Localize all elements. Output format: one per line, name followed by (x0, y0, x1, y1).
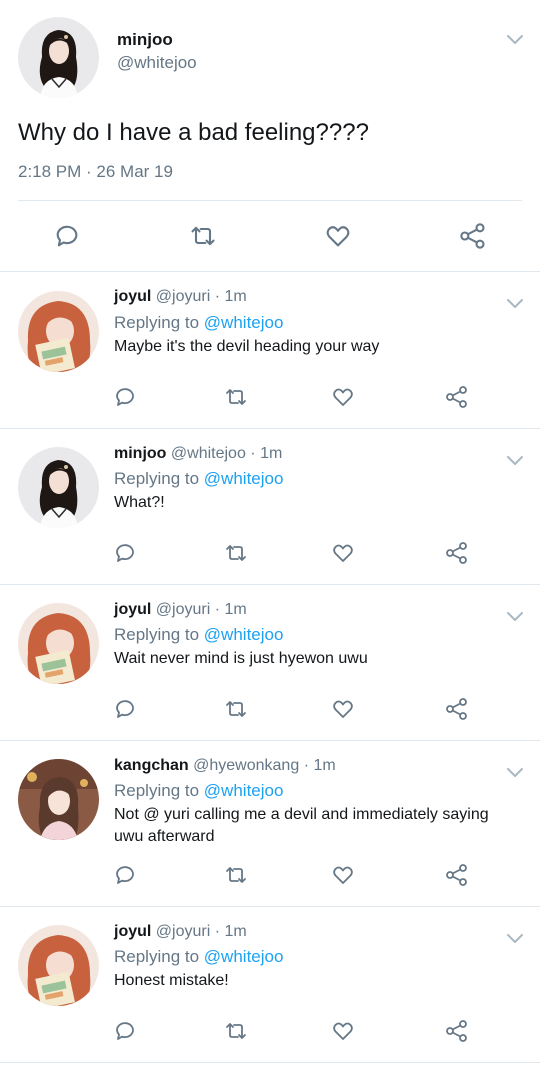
chevron-down-icon[interactable] (506, 932, 524, 944)
avatar-minjoo[interactable] (18, 17, 99, 98)
chevron-down-icon[interactable] (506, 766, 524, 778)
reply-header: joyul @joyuri · 1m (114, 288, 247, 306)
chevron-down-icon[interactable] (506, 33, 524, 45)
replying-to-label: Replying to (114, 469, 200, 488)
replying-to-mention[interactable]: @whitejoo (204, 313, 284, 332)
like-icon[interactable] (331, 1019, 355, 1043)
reply-text: What?! (114, 494, 165, 511)
retweet-icon[interactable] (224, 863, 248, 887)
reply-time: · 1m (214, 923, 247, 940)
reply-handle[interactable]: @hyewonkang (193, 757, 299, 774)
reply-icon[interactable] (113, 863, 137, 887)
reply-display-name[interactable]: joyul (114, 601, 151, 618)
reply-icon[interactable] (113, 1019, 137, 1043)
retweet-icon[interactable] (188, 222, 216, 250)
reply-handle[interactable]: @whitejoo (171, 445, 246, 462)
reply-icon[interactable] (113, 385, 137, 409)
tweet-text: Why do I have a bad feeling???? (18, 119, 369, 146)
share-icon[interactable] (445, 1019, 469, 1043)
like-icon[interactable] (331, 697, 355, 721)
reply-display-name[interactable]: joyul (114, 923, 151, 940)
reply-text: Honest mistake! (114, 972, 229, 989)
replying-to-label: Replying to (114, 313, 200, 332)
replying-to-mention[interactable]: @whitejoo (204, 625, 284, 644)
retweet-icon[interactable] (224, 1019, 248, 1043)
replying-to: Replying to @whitejoo (114, 313, 283, 333)
reply-tweet[interactable]: joyul @joyuri · 1m Replying to @whitejoo… (0, 585, 540, 741)
author-display-name[interactable]: minjoo (117, 30, 173, 50)
like-icon[interactable] (331, 541, 355, 565)
reply-text: Maybe it's the devil heading your way (114, 338, 380, 355)
reply-header: kangchan @hyewonkang · 1m (114, 757, 336, 775)
avatar-joyul[interactable] (18, 925, 99, 1006)
replying-to-mention[interactable]: @whitejoo (204, 469, 284, 488)
like-icon[interactable] (324, 222, 352, 250)
replying-to-label: Replying to (114, 781, 200, 800)
divider (18, 200, 522, 201)
reply-tweet[interactable]: joyul @joyuri · 1m Replying to @whitejoo… (0, 907, 540, 1063)
share-icon[interactable] (459, 222, 487, 250)
reply-handle[interactable]: @joyuri (156, 288, 210, 305)
retweet-icon[interactable] (224, 385, 248, 409)
replying-to-label: Replying to (114, 625, 200, 644)
reply-display-name[interactable]: kangchan (114, 757, 189, 774)
chevron-down-icon[interactable] (506, 454, 524, 466)
author-handle[interactable]: @whitejoo (117, 53, 197, 73)
avatar-kangchan[interactable] (18, 759, 99, 840)
replying-to-label: Replying to (114, 947, 200, 966)
like-icon[interactable] (331, 385, 355, 409)
retweet-icon[interactable] (224, 541, 248, 565)
reply-text: Not @ yuri calling me a devil and immedi… (114, 806, 489, 845)
avatar-joyul[interactable] (18, 291, 99, 372)
tweet-timestamp[interactable]: 2:18 PM · 26 Mar 19 (18, 162, 173, 182)
reply-tweet[interactable]: minjoo @whitejoo · 1m Replying to @white… (0, 429, 540, 585)
reply-time: · 1m (250, 445, 283, 462)
reply-header: joyul @joyuri · 1m (114, 601, 247, 619)
replying-to: Replying to @whitejoo (114, 781, 283, 801)
reply-time: · 1m (214, 601, 247, 618)
share-icon[interactable] (445, 385, 469, 409)
share-icon[interactable] (445, 541, 469, 565)
replying-to: Replying to @whitejoo (114, 947, 283, 967)
reply-icon[interactable] (113, 541, 137, 565)
reply-display-name[interactable]: joyul (114, 288, 151, 305)
replying-to-mention[interactable]: @whitejoo (204, 781, 284, 800)
retweet-icon[interactable] (224, 697, 248, 721)
chevron-down-icon[interactable] (506, 610, 524, 622)
chevron-down-icon[interactable] (506, 297, 524, 309)
reply-handle[interactable]: @joyuri (156, 923, 210, 940)
reply-header: joyul @joyuri · 1m (114, 923, 247, 941)
reply-tweet[interactable]: joyul @joyuri · 1m Replying to @whitejoo… (0, 272, 540, 429)
reply-header: minjoo @whitejoo · 1m (114, 445, 282, 463)
reply-icon[interactable] (53, 222, 81, 250)
avatar-joyul[interactable] (18, 603, 99, 684)
share-icon[interactable] (445, 863, 469, 887)
reply-tweet[interactable]: kangchan @hyewonkang · 1m Replying to @w… (0, 741, 540, 907)
reply-text: Wait never mind is just hyewon uwu (114, 650, 368, 667)
reply-time: · 1m (303, 757, 336, 774)
main-tweet: minjoo @whitejoo Why do I have a bad fee… (0, 0, 540, 272)
replying-to: Replying to @whitejoo (114, 625, 283, 645)
avatar-minjoo[interactable] (18, 447, 99, 528)
reply-time: · 1m (214, 288, 247, 305)
like-icon[interactable] (331, 863, 355, 887)
reply-display-name[interactable]: minjoo (114, 445, 166, 462)
reply-handle[interactable]: @joyuri (156, 601, 210, 618)
replying-to: Replying to @whitejoo (114, 469, 283, 489)
reply-icon[interactable] (113, 697, 137, 721)
share-icon[interactable] (445, 697, 469, 721)
replying-to-mention[interactable]: @whitejoo (204, 947, 284, 966)
